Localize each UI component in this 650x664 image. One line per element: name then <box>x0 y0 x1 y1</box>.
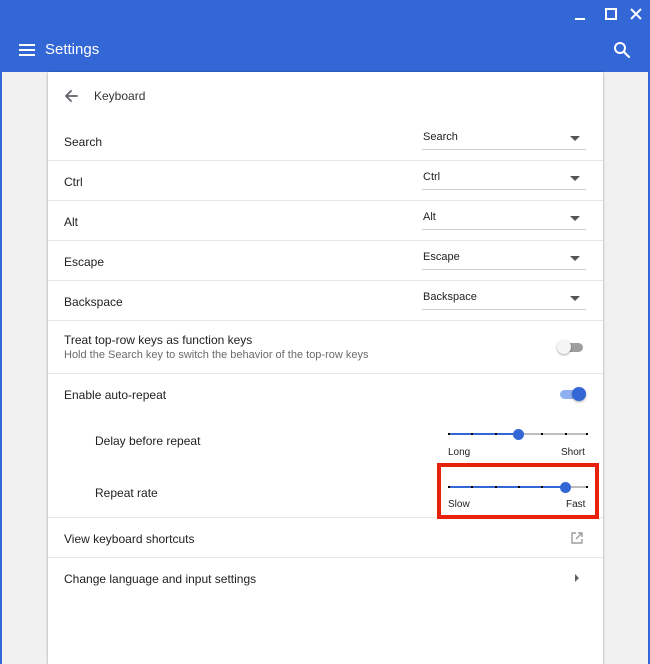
key-mapping-row-escape: Escape Escape <box>48 241 603 281</box>
keyboard-shortcuts-row[interactable]: View keyboard shortcuts <box>48 518 603 558</box>
external-link-icon[interactable] <box>570 531 584 545</box>
back-arrow-icon[interactable] <box>62 87 80 105</box>
ctrl-key-select[interactable]: Ctrl <box>422 170 586 190</box>
settings-card: Keyboard Search Search Ctrl Ctrl Alt Alt… <box>48 72 603 664</box>
page-title: Keyboard <box>94 89 146 103</box>
close-icon[interactable] <box>626 4 646 24</box>
slider-tick <box>471 433 474 435</box>
key-mapping-label: Alt <box>64 215 79 229</box>
function-keys-row: Treat top-row keys as function keys Hold… <box>48 321 603 374</box>
language-settings-row[interactable]: Change language and input settings <box>48 558 603 598</box>
keyboard-shortcuts-label: View keyboard shortcuts <box>64 532 195 546</box>
window-title-bar <box>0 0 650 27</box>
slider-thumb[interactable] <box>513 429 524 440</box>
chevron-right-icon <box>575 574 579 582</box>
key-mapping-row-search: Search Search <box>48 120 603 161</box>
app-title: Settings <box>45 41 100 58</box>
auto-repeat-toggle[interactable] <box>558 386 586 402</box>
repeat-rate-label: Repeat rate <box>95 486 158 500</box>
key-mapping-row-backspace: Backspace Backspace <box>48 281 603 321</box>
auto-repeat-label: Enable auto-repeat <box>64 388 167 402</box>
select-value: Backspace <box>423 291 477 303</box>
search-icon[interactable] <box>612 40 632 60</box>
slider-tick <box>494 433 497 435</box>
dropdown-caret-icon <box>570 136 580 141</box>
dropdown-caret-icon <box>570 176 580 181</box>
alt-key-select[interactable]: Alt <box>422 210 586 230</box>
slider-tick <box>564 433 567 435</box>
slider-tick <box>448 433 450 435</box>
key-mapping-label: Escape <box>64 255 105 269</box>
select-value: Alt <box>423 211 436 223</box>
backspace-key-select[interactable]: Backspace <box>422 290 586 310</box>
dropdown-caret-icon <box>570 296 580 301</box>
key-mapping-label: Backspace <box>64 295 123 309</box>
key-mapping-row-ctrl: Ctrl Ctrl <box>48 161 603 201</box>
annotation-highlight-box <box>437 463 599 519</box>
language-settings-label: Change language and input settings <box>64 572 257 586</box>
delay-slider[interactable] <box>448 427 588 441</box>
menu-icon[interactable] <box>19 44 35 56</box>
app-header: Settings <box>0 27 650 72</box>
slider-tick <box>586 433 588 435</box>
search-key-select[interactable]: Search <box>422 130 586 150</box>
dropdown-caret-icon <box>570 216 580 221</box>
function-keys-label: Treat top-row keys as function keys <box>64 333 253 347</box>
dropdown-caret-icon <box>570 256 580 261</box>
slider-tick <box>541 433 544 435</box>
select-value: Search <box>423 131 458 143</box>
delay-label: Delay before repeat <box>95 434 201 448</box>
escape-key-select[interactable]: Escape <box>422 250 586 270</box>
delay-max-label: Short <box>561 447 585 458</box>
delay-min-label: Long <box>448 447 471 458</box>
key-mapping-label: Ctrl <box>64 175 83 189</box>
key-mapping-row-alt: Alt Alt <box>48 201 603 241</box>
select-value: Ctrl <box>423 171 441 183</box>
slider-fill <box>448 433 518 435</box>
minimize-icon[interactable] <box>570 4 590 24</box>
window-border-left <box>0 27 2 664</box>
select-value: Escape <box>423 251 460 263</box>
maximize-icon[interactable] <box>601 4 621 24</box>
function-keys-toggle[interactable] <box>557 339 585 355</box>
key-mapping-label: Search <box>64 135 103 149</box>
function-keys-description: Hold the Search key to switch the behavi… <box>64 349 369 361</box>
